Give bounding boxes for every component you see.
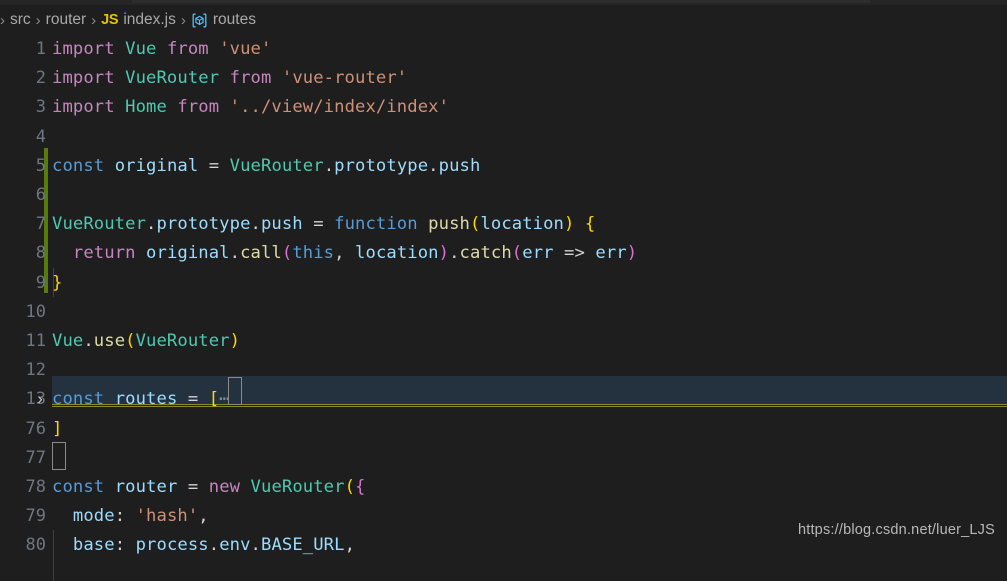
watermark-url: https://blog.csdn.net/luer_LJS bbox=[798, 522, 995, 538]
line-content: const routes = [⋯ bbox=[52, 385, 232, 414]
editor-line[interactable]: 4 bbox=[0, 123, 1007, 152]
editor-line[interactable]: 6 bbox=[0, 181, 1007, 210]
editor-line[interactable]: 77 bbox=[0, 444, 1007, 473]
fold-chevron-collapsed-icon[interactable]: › bbox=[30, 385, 50, 414]
line-number: 6 bbox=[0, 181, 38, 210]
editor-line-current[interactable]: 13 › const routes = [⋯ bbox=[0, 385, 1007, 414]
line-content: import Home from '../view/index/index' bbox=[52, 93, 449, 122]
line-number: 77 bbox=[0, 444, 38, 473]
editor-line[interactable]: 78 const router = new VueRouter({ bbox=[0, 473, 1007, 502]
line-content: import Vue from 'vue' bbox=[52, 35, 271, 64]
line-content: mode: 'hash', bbox=[52, 502, 209, 531]
breadcrumb-item-index-js[interactable]: JS index.js bbox=[101, 11, 176, 29]
breadcrumb-separator-leading: › bbox=[0, 12, 10, 29]
breadcrumb-separator-3: › bbox=[176, 12, 191, 29]
line-number: 1 bbox=[0, 35, 38, 64]
editor-line[interactable]: 1 import Vue from 'vue' bbox=[0, 35, 1007, 64]
editor-line[interactable]: 3 import Home from '../view/index/index' bbox=[0, 93, 1007, 122]
breadcrumb-separator-1: › bbox=[31, 12, 46, 29]
breadcrumb-item-router[interactable]: router bbox=[46, 11, 87, 29]
line-number: 11 bbox=[0, 327, 38, 356]
breadcrumb-label-src: src bbox=[10, 11, 31, 29]
line-number: 12 bbox=[0, 356, 38, 385]
editor-line[interactable]: 10 bbox=[0, 298, 1007, 327]
line-number: 76 bbox=[0, 415, 38, 444]
line-number: 4 bbox=[0, 123, 38, 152]
breadcrumb-item-routes[interactable]: routes bbox=[191, 11, 256, 29]
line-content: const original = VueRouter.prototype.pus… bbox=[52, 152, 480, 181]
code-editor[interactable]: 1 import Vue from 'vue' 2 import VueRout… bbox=[0, 35, 1007, 546]
breadcrumb-separator-2: › bbox=[86, 12, 101, 29]
line-content: import VueRouter from 'vue-router' bbox=[52, 64, 407, 93]
active-tab-edge bbox=[132, 0, 870, 3]
breadcrumb-label-index-js: index.js bbox=[123, 11, 176, 29]
line-content: } bbox=[52, 269, 62, 298]
line-content: return original.call(this, location).cat… bbox=[52, 239, 637, 268]
editor-line[interactable]: 11 Vue.use(VueRouter) bbox=[0, 327, 1007, 356]
line-number: 2 bbox=[0, 64, 38, 93]
breadcrumb: › src › router › JS index.js › routes bbox=[0, 5, 1007, 35]
line-number: 10 bbox=[0, 298, 38, 327]
line-content: VueRouter.prototype.push = function push… bbox=[52, 210, 595, 239]
editor-line[interactable]: 2 import VueRouter from 'vue-router' bbox=[0, 64, 1007, 93]
line-number: 3 bbox=[0, 93, 38, 122]
breadcrumb-item-src[interactable]: src bbox=[10, 11, 31, 29]
line-number: 78 bbox=[0, 473, 38, 502]
line-number: 8 bbox=[0, 239, 38, 268]
line-number: 5 bbox=[0, 152, 38, 181]
line-number: 7 bbox=[0, 210, 38, 239]
breadcrumb-label-routes: routes bbox=[213, 11, 256, 29]
editor-line[interactable]: 9 } bbox=[0, 269, 1007, 298]
editor-line[interactable]: 12 bbox=[0, 356, 1007, 385]
breadcrumb-label-router: router bbox=[46, 11, 87, 29]
symbol-variable-icon bbox=[191, 13, 208, 28]
javascript-file-icon: JS bbox=[101, 12, 118, 28]
line-content: const router = new VueRouter({ bbox=[52, 473, 365, 502]
line-number: 79 bbox=[0, 502, 38, 531]
editor-line[interactable]: 7 VueRouter.prototype.push = function pu… bbox=[0, 210, 1007, 239]
line-content: Vue.use(VueRouter) bbox=[52, 327, 240, 356]
line-content: ] bbox=[52, 415, 62, 444]
editor-line[interactable]: 76 ] bbox=[0, 415, 1007, 444]
line-number: 9 bbox=[0, 269, 38, 298]
editor-line[interactable]: 8 return original.call(this, location).c… bbox=[0, 239, 1007, 268]
editor-line[interactable]: 5 const original = VueRouter.prototype.p… bbox=[0, 152, 1007, 181]
